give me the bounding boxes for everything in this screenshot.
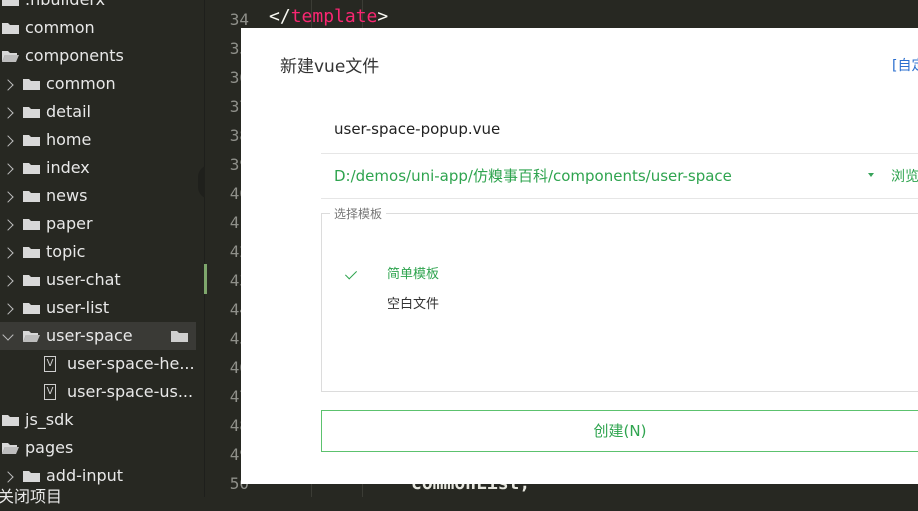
close-project-label: 关闭项目 xyxy=(0,487,63,506)
filename-input[interactable]: user-space-popup.vue xyxy=(334,120,500,138)
tree-item-user-space-he[interactable]: Vuser-space-he... xyxy=(0,350,204,378)
tree-item-components[interactable]: components xyxy=(0,42,204,70)
tree-item-home[interactable]: home xyxy=(0,126,204,154)
folder-icon xyxy=(23,274,40,286)
tag-bracket-open: </ xyxy=(269,6,291,27)
template-chooser: 选择模板 简单模板 空白文件 xyxy=(321,205,918,392)
chevron-right-icon[interactable] xyxy=(2,247,14,259)
dialog-title: 新建vue文件 xyxy=(280,57,380,77)
folder-icon xyxy=(23,78,40,90)
template-option-blank[interactable]: 空白文件 xyxy=(322,292,918,318)
chevron-right-icon[interactable] xyxy=(2,107,14,119)
tree-item-pages[interactable]: pages xyxy=(0,434,204,462)
tree-item-news[interactable]: news xyxy=(0,182,204,210)
chevron-down-icon[interactable] xyxy=(2,329,14,341)
create-button[interactable]: 创建(N) xyxy=(321,410,918,452)
template-option-label: 简单模板 xyxy=(387,267,440,282)
tag-bracket-close: > xyxy=(377,6,389,27)
browse-button[interactable]: 浏览 xyxy=(891,166,918,186)
tree-item-user-space[interactable]: user-space xyxy=(0,322,196,350)
tree-item-label: topic xyxy=(46,242,86,261)
tree-item-label: user-space xyxy=(46,326,133,345)
path-field[interactable]: D:/demos/uni-app/仿糗事百科/components/user-s… xyxy=(321,153,918,199)
chevron-right-icon[interactable] xyxy=(2,275,14,287)
dropdown-arrow-icon[interactable] xyxy=(868,173,874,177)
folder-open-icon xyxy=(2,50,19,62)
filename-field[interactable]: user-space-popup.vue xyxy=(321,108,918,154)
chevron-right-icon[interactable] xyxy=(2,79,14,91)
tree-item-common[interactable]: common xyxy=(0,70,204,98)
tree-item-label: news xyxy=(46,186,88,205)
folder-icon xyxy=(23,218,40,230)
tree-item-label: user-list xyxy=(46,298,110,317)
change-marker xyxy=(204,264,207,294)
tree-item-label: js_sdk xyxy=(25,410,74,429)
vue-file-icon: V xyxy=(44,356,56,372)
chevron-right-icon[interactable] xyxy=(2,471,14,483)
folder-icon xyxy=(23,246,40,258)
folder-icon xyxy=(23,134,40,146)
vue-file-icon: V xyxy=(44,384,56,400)
template-legend: 选择模板 xyxy=(330,205,387,222)
tree-item-label: common xyxy=(46,74,116,93)
tree-item-label: .hbuilderx xyxy=(25,0,105,14)
code-line-34: </template> xyxy=(269,6,388,27)
tree-item-user-list[interactable]: user-list xyxy=(0,294,204,322)
custom-template-link[interactable]: [自定 xyxy=(892,55,918,75)
project-explorer: .hbuilderx common components common detail h… xyxy=(0,0,204,506)
tree-item-label: user-space-us... xyxy=(67,382,194,401)
folder-icon xyxy=(23,190,40,202)
tree-item-user-space-us[interactable]: Vuser-space-us... xyxy=(0,378,204,406)
tree-item-topic[interactable]: topic xyxy=(0,238,204,266)
template-option-label: 空白文件 xyxy=(387,297,440,312)
chevron-right-icon[interactable] xyxy=(2,163,14,175)
checkmark-icon xyxy=(344,267,358,280)
folder-icon xyxy=(23,302,40,314)
tree-item-label: user-space-he... xyxy=(67,354,195,373)
tree-item-detail[interactable]: detail xyxy=(0,98,204,126)
folder-icon xyxy=(2,0,19,6)
folder-icon xyxy=(23,106,40,118)
folder-icon xyxy=(23,162,40,174)
tree-item-paper[interactable]: paper xyxy=(0,210,204,238)
tree-item-label: detail xyxy=(46,102,91,121)
folder-open-icon xyxy=(23,330,40,342)
tree-item-label: user-chat xyxy=(46,270,121,289)
tree-item-hbuilderx[interactable]: .hbuilderx xyxy=(0,0,204,14)
chevron-right-icon[interactable] xyxy=(2,303,14,315)
close-project-item[interactable]: 关闭项目 xyxy=(0,483,204,511)
folder-open-icon xyxy=(2,442,19,454)
chevron-right-icon[interactable] xyxy=(2,135,14,147)
new-vue-file-dialog: 新建vue文件 [自定 user-space-popup.vue D:/demo… xyxy=(241,28,918,484)
folder-action-icon[interactable] xyxy=(171,330,188,342)
folder-icon xyxy=(2,414,19,426)
chevron-right-icon[interactable] xyxy=(2,191,14,203)
tag-name: template xyxy=(290,6,378,27)
tree-item-label: components xyxy=(25,46,124,65)
tree-item-user-chat[interactable]: user-chat xyxy=(0,266,204,294)
tree-item-common[interactable]: common xyxy=(0,14,204,42)
folder-icon xyxy=(2,22,19,34)
tree-item-label: index xyxy=(46,158,90,177)
tree-item-label: pages xyxy=(25,438,74,457)
tree-item-label: common xyxy=(25,18,95,37)
chevron-right-icon[interactable] xyxy=(2,219,14,231)
template-option-simple[interactable]: 简单模板 xyxy=(322,262,918,288)
tree-item-label: home xyxy=(46,130,92,149)
tree-item-label: paper xyxy=(46,214,93,233)
path-input[interactable]: D:/demos/uni-app/仿糗事百科/components/user-s… xyxy=(334,165,732,186)
tree-item-js-sdk[interactable]: js_sdk xyxy=(0,406,204,434)
tree-item-index[interactable]: index xyxy=(0,154,204,182)
folder-icon xyxy=(23,470,40,482)
